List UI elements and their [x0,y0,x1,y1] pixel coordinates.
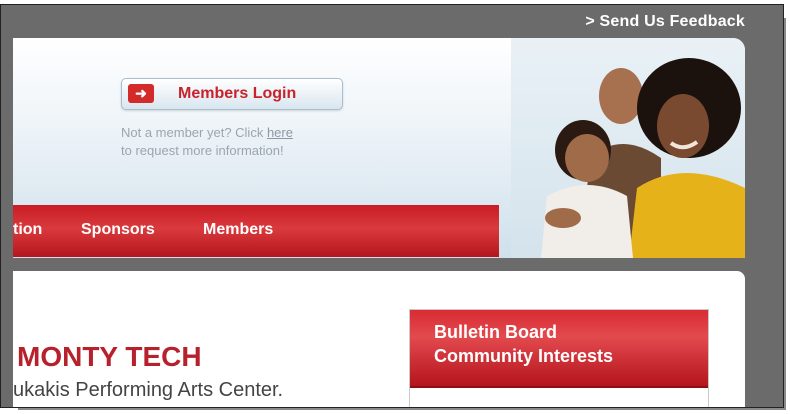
nav-item-members[interactable]: Members [203,221,273,239]
login-arrow-icon: ➜ [128,84,154,103]
main-nav: tion Sponsors Members [13,205,499,257]
community-interests-title: Community Interests [434,346,614,366]
notice-prefix: Not a member yet? Click [121,125,267,140]
members-login-button[interactable]: ➜ Members Login [121,78,343,110]
family-photo [511,38,745,258]
send-feedback-link[interactable]: > Send Us Feedback [585,13,745,31]
bulletin-board-box: Bulletin Board Community Interests [409,309,709,407]
browser-page: > Send Us Feedback ➜ Members Login Not a… [0,4,784,408]
membership-notice: Not a member yet? Click here to request … [121,124,381,160]
members-login-label: Members Login [178,85,297,102]
notice-suffix: to request more information! [121,143,284,158]
main-content: MONTY TECH ukakis Performing Arts Center… [13,271,745,407]
bulletin-board-header[interactable]: Bulletin Board Community Interests [410,310,708,388]
bulletin-board-title: Bulletin Board [434,322,558,342]
page-subtext: ukakis Performing Arts Center. [13,379,284,401]
page-heading: MONTY TECH [17,341,202,372]
request-info-link[interactable]: here [267,125,293,140]
nav-item-information[interactable]: tion [13,221,42,239]
family-photo-icon [541,58,745,258]
nav-item-sponsors[interactable]: Sponsors [81,221,155,239]
